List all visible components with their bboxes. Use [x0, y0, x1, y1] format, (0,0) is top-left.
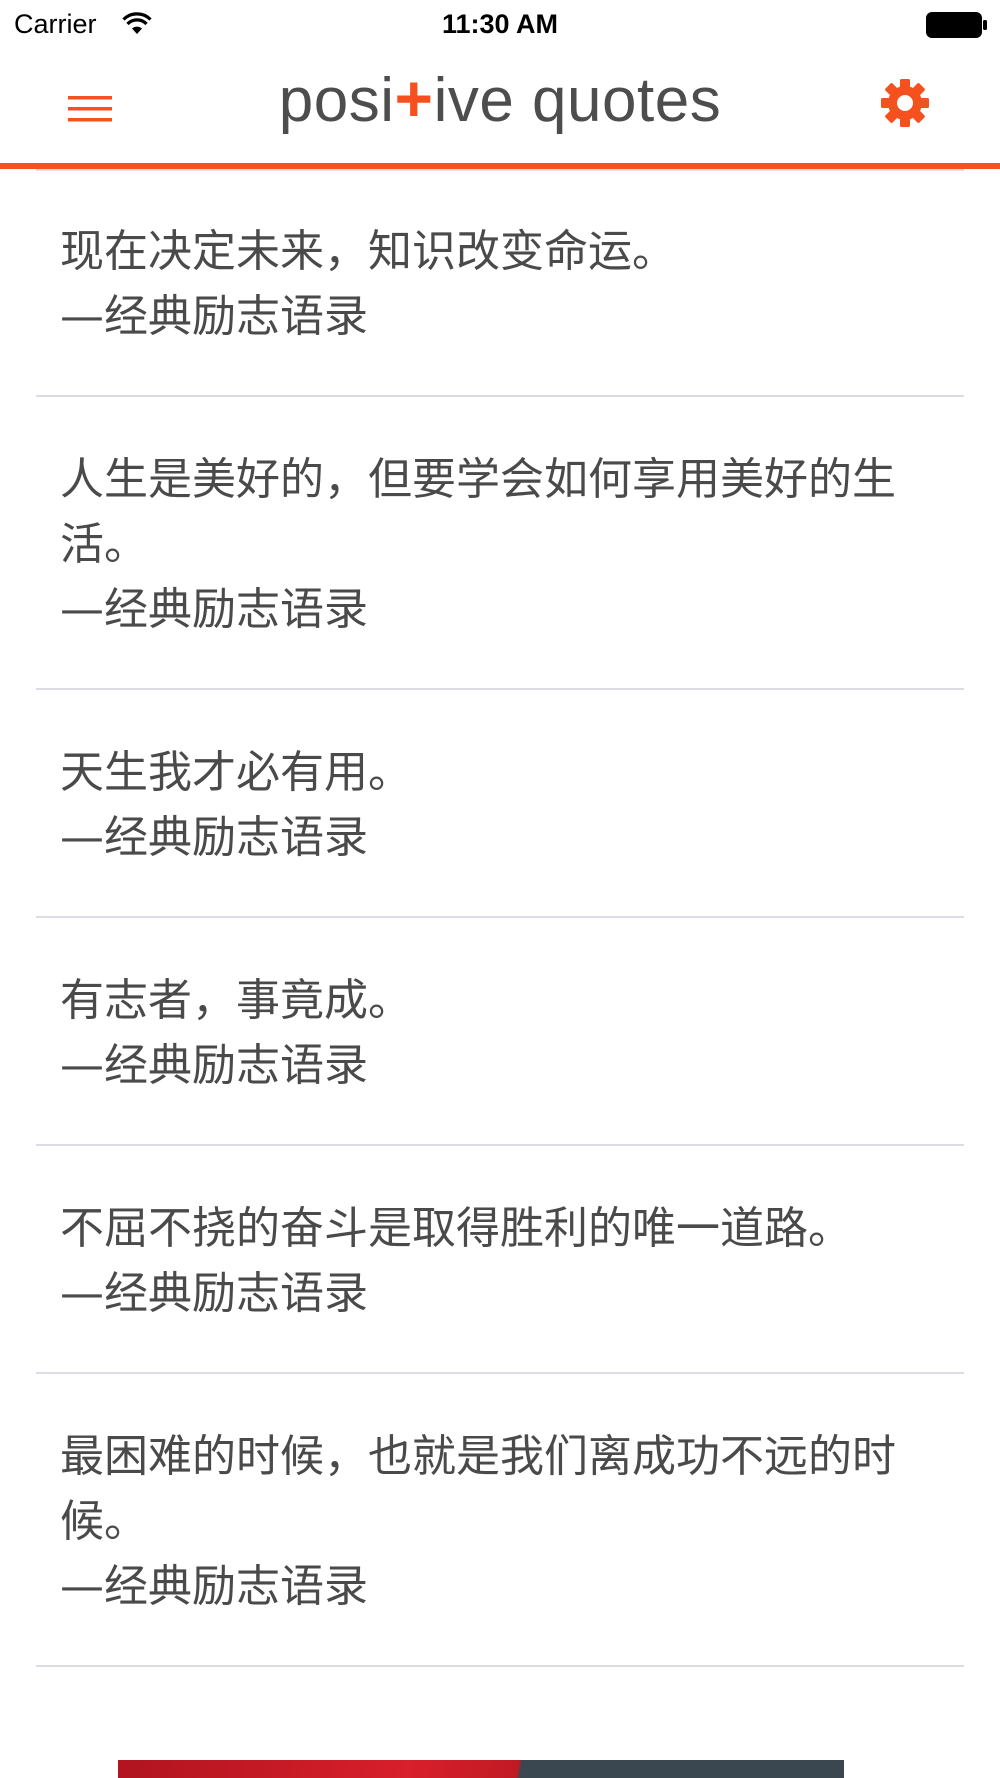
battery-icon — [926, 12, 987, 38]
list-divider — [36, 1665, 964, 1667]
quote-item[interactable]: 不屈不挠的奋斗是取得胜利的唯一道路。 —经典励志语录 — [36, 1144, 964, 1372]
quote-item[interactable]: 最困难的时候，也就是我们离成功不远的时候。 —经典励志语录 — [36, 1372, 964, 1665]
gear-icon — [881, 79, 929, 127]
quote-text: 人生是美好的，但要学会如何享用美好的生活。 — [60, 454, 896, 570]
quote-item[interactable]: 现在决定未来，知识改变命运。 —经典励志语录 — [36, 169, 964, 395]
quote-text: 天生我才必有用。 — [60, 747, 412, 798]
quote-text: 最困难的时候，也就是我们离成功不远的时候。 — [60, 1431, 896, 1547]
logo-plus: + — [394, 61, 434, 135]
logo-text-start: posi — [278, 66, 395, 135]
quote-text: 不屈不挠的奋斗是取得胜利的唯一道路。 — [60, 1203, 852, 1254]
quote-author: —经典励志语录 — [60, 1561, 368, 1612]
quote-item[interactable]: 人生是美好的，但要学会如何享用美好的生活。 —经典励志语录 — [36, 395, 964, 688]
logo-text-end: ive quotes — [433, 66, 722, 135]
quote-item[interactable]: 天生我才必有用。 —经典励志语录 — [36, 688, 964, 916]
nav-bar: posi+ive quotes — [0, 50, 1000, 169]
status-bar: Carrier 11:30 AM — [0, 0, 1000, 50]
quote-text: 有志者，事竟成。 — [60, 975, 412, 1026]
quote-author: —经典励志语录 — [60, 584, 368, 635]
settings-button[interactable] — [878, 76, 932, 130]
quote-author: —经典励志语录 — [60, 291, 368, 342]
quote-author: —经典励志语录 — [60, 812, 368, 863]
quote-item[interactable]: 有志者，事竟成。 —经典励志语录 — [36, 916, 964, 1144]
quote-text: 现在决定未来，知识改变命运。 — [60, 226, 676, 277]
quote-author: —经典励志语录 — [60, 1040, 368, 1091]
quote-author: —经典励志语录 — [60, 1268, 368, 1319]
clock-time: 11:30 AM — [441, 9, 559, 39]
ad-banner[interactable] — [118, 1760, 844, 1778]
app-logo: posi+ive quotes — [0, 60, 1000, 136]
quote-list: 现在决定未来，知识改变命运。 —经典励志语录 人生是美好的，但要学会如何享用美好… — [0, 169, 1000, 1667]
